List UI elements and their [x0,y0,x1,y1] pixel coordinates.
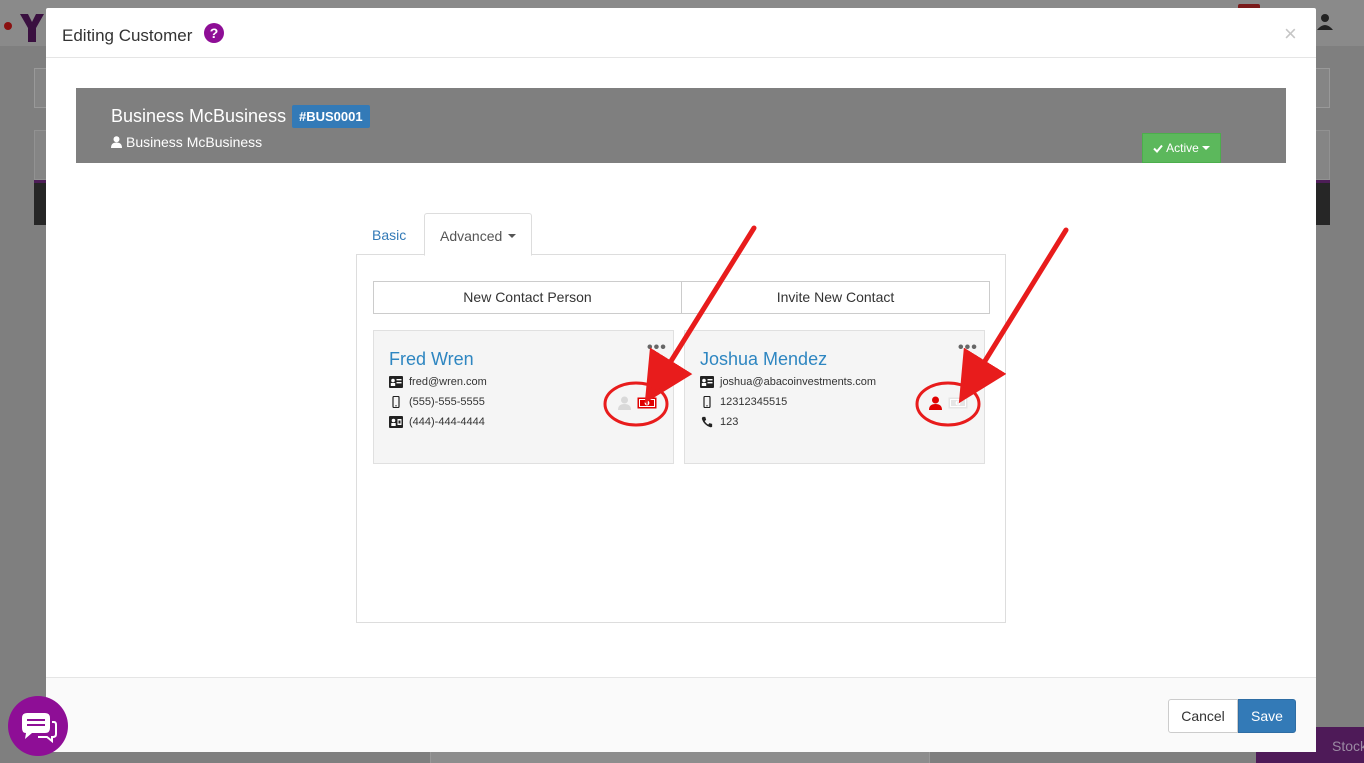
contact-email-row: fred@wren.com [389,376,487,388]
stock-label: Stock [1332,738,1364,754]
background-notice [430,752,930,763]
contact-role-status [618,396,657,410]
contact-phone-row: 123 [700,416,738,428]
contact-email: fred@wren.com [409,376,487,388]
customer-contact-name: Business McBusiness [126,134,263,150]
tab-advanced[interactable]: Advanced [424,213,532,256]
customer-banner: Business McBusiness #BUS0001 Business Mc… [76,88,1286,163]
modal-header: Editing Customer ? × [46,8,1316,58]
chat-icon [22,713,57,744]
help-icon[interactable]: ? [204,23,224,43]
contact-mobile: (555)-555-5555 [409,396,485,408]
contact-name[interactable]: Joshua Mendez [700,349,827,370]
close-icon[interactable]: × [1284,23,1297,45]
contact-fax-row: (444)-444-4444 [389,416,485,428]
customer-name: Business McBusiness [111,106,287,126]
fax-card-icon [389,416,403,428]
money-icon[interactable] [948,396,968,410]
customer-code-badge: #BUS0001 [292,105,370,128]
chat-widget-button[interactable] [8,696,68,756]
app-logo-icon [4,14,44,42]
contact-mobile: 12312345515 [720,396,788,408]
phone-icon [701,416,713,428]
contact-card: Joshua Mendez ••• joshua@abacoinvestment… [684,330,985,464]
cancel-button[interactable]: Cancel [1168,699,1238,733]
user-icon [111,136,122,148]
ellipsis-icon[interactable]: ••• [958,339,978,357]
advanced-tab-panel: New Contact Person Invite New Contact Fr… [356,254,1006,623]
status-label: Active [1166,141,1199,155]
chevron-down-icon [1201,146,1210,150]
invite-new-contact-button[interactable]: Invite New Contact [681,281,990,314]
customer-contact: Business McBusiness [111,134,262,150]
contact-fax: (444)-444-4444 [409,416,485,428]
modal-footer: Cancel Save [46,677,1316,752]
contact-phone: 123 [720,416,739,428]
contact-mobile-row: 12312345515 [700,396,787,408]
tab-basic[interactable]: Basic [356,213,424,255]
money-icon[interactable] [637,396,657,410]
contact-email-row: joshua@abacoinvestments.com [700,376,876,388]
contact-mobile-row: (555)-555-5555 [389,396,485,408]
user-menu-icon [1317,14,1333,30]
contact-card: Fred Wren ••• fred@wren.com (555)-555-55… [373,330,674,464]
tab-basic-label: Basic [372,227,407,243]
edit-customer-modal: Editing Customer ? × Business McBusiness… [46,8,1316,752]
check-icon [1153,144,1163,153]
contact-card-icon [700,376,714,388]
contact-role-status [929,396,968,410]
person-icon[interactable] [929,396,942,410]
contact-card-icon [389,376,403,388]
new-contact-person-button[interactable]: New Contact Person [373,281,682,314]
mobile-phone-icon [392,396,400,408]
modal-title: Editing Customer [62,26,193,45]
status-dropdown-button[interactable]: Active [1142,133,1221,163]
mobile-phone-icon [703,396,711,408]
ellipsis-icon[interactable]: ••• [647,339,667,357]
tab-advanced-label: Advanced [440,228,503,244]
chevron-down-icon [508,234,517,238]
person-icon[interactable] [618,396,631,410]
save-button[interactable]: Save [1238,699,1296,733]
contact-name[interactable]: Fred Wren [389,349,474,370]
contact-email: joshua@abacoinvestments.com [720,376,877,388]
